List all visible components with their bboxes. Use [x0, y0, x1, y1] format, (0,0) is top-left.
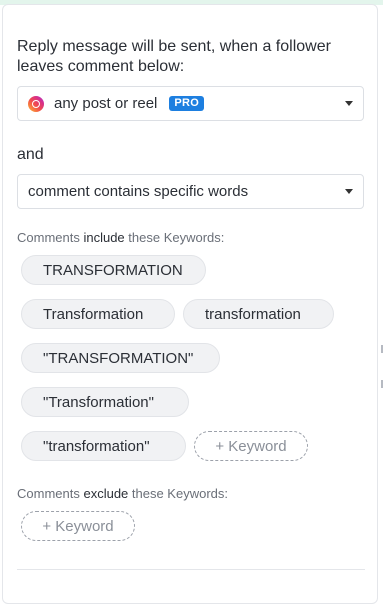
keyword-chip[interactable]: "Transformation" — [21, 387, 189, 417]
chevron-down-icon — [345, 101, 353, 106]
condition-select-value: comment contains specific words — [28, 183, 249, 200]
keyword-chip[interactable]: transformation — [183, 299, 334, 329]
add-include-keyword-button[interactable]: + Keyword — [194, 431, 308, 461]
post-select[interactable]: any post or reel PRO — [17, 86, 364, 121]
keyword-chip[interactable]: TRANSFORMATION — [21, 255, 206, 285]
post-select-value: any post or reel — [54, 95, 158, 112]
chevron-down-icon — [345, 189, 353, 194]
trigger-heading: Reply message will be sent, when a follo… — [17, 38, 331, 75]
condition-select[interactable]: comment contains specific words — [17, 174, 364, 209]
pro-badge: PRO — [169, 96, 205, 111]
keyword-chip[interactable]: "TRANSFORMATION" — [21, 343, 220, 373]
exclude-keywords-label: Comments exclude these Keywords: — [17, 486, 228, 501]
keyword-chip[interactable]: "transformation" — [21, 431, 186, 461]
keyword-chip[interactable]: Transformation — [21, 299, 175, 329]
instagram-icon — [28, 95, 44, 112]
and-label: and — [17, 146, 44, 163]
divider — [17, 569, 365, 570]
include-keywords-label: Comments include these Keywords: — [17, 230, 225, 245]
add-exclude-keyword-button[interactable]: + Keyword — [21, 511, 135, 541]
